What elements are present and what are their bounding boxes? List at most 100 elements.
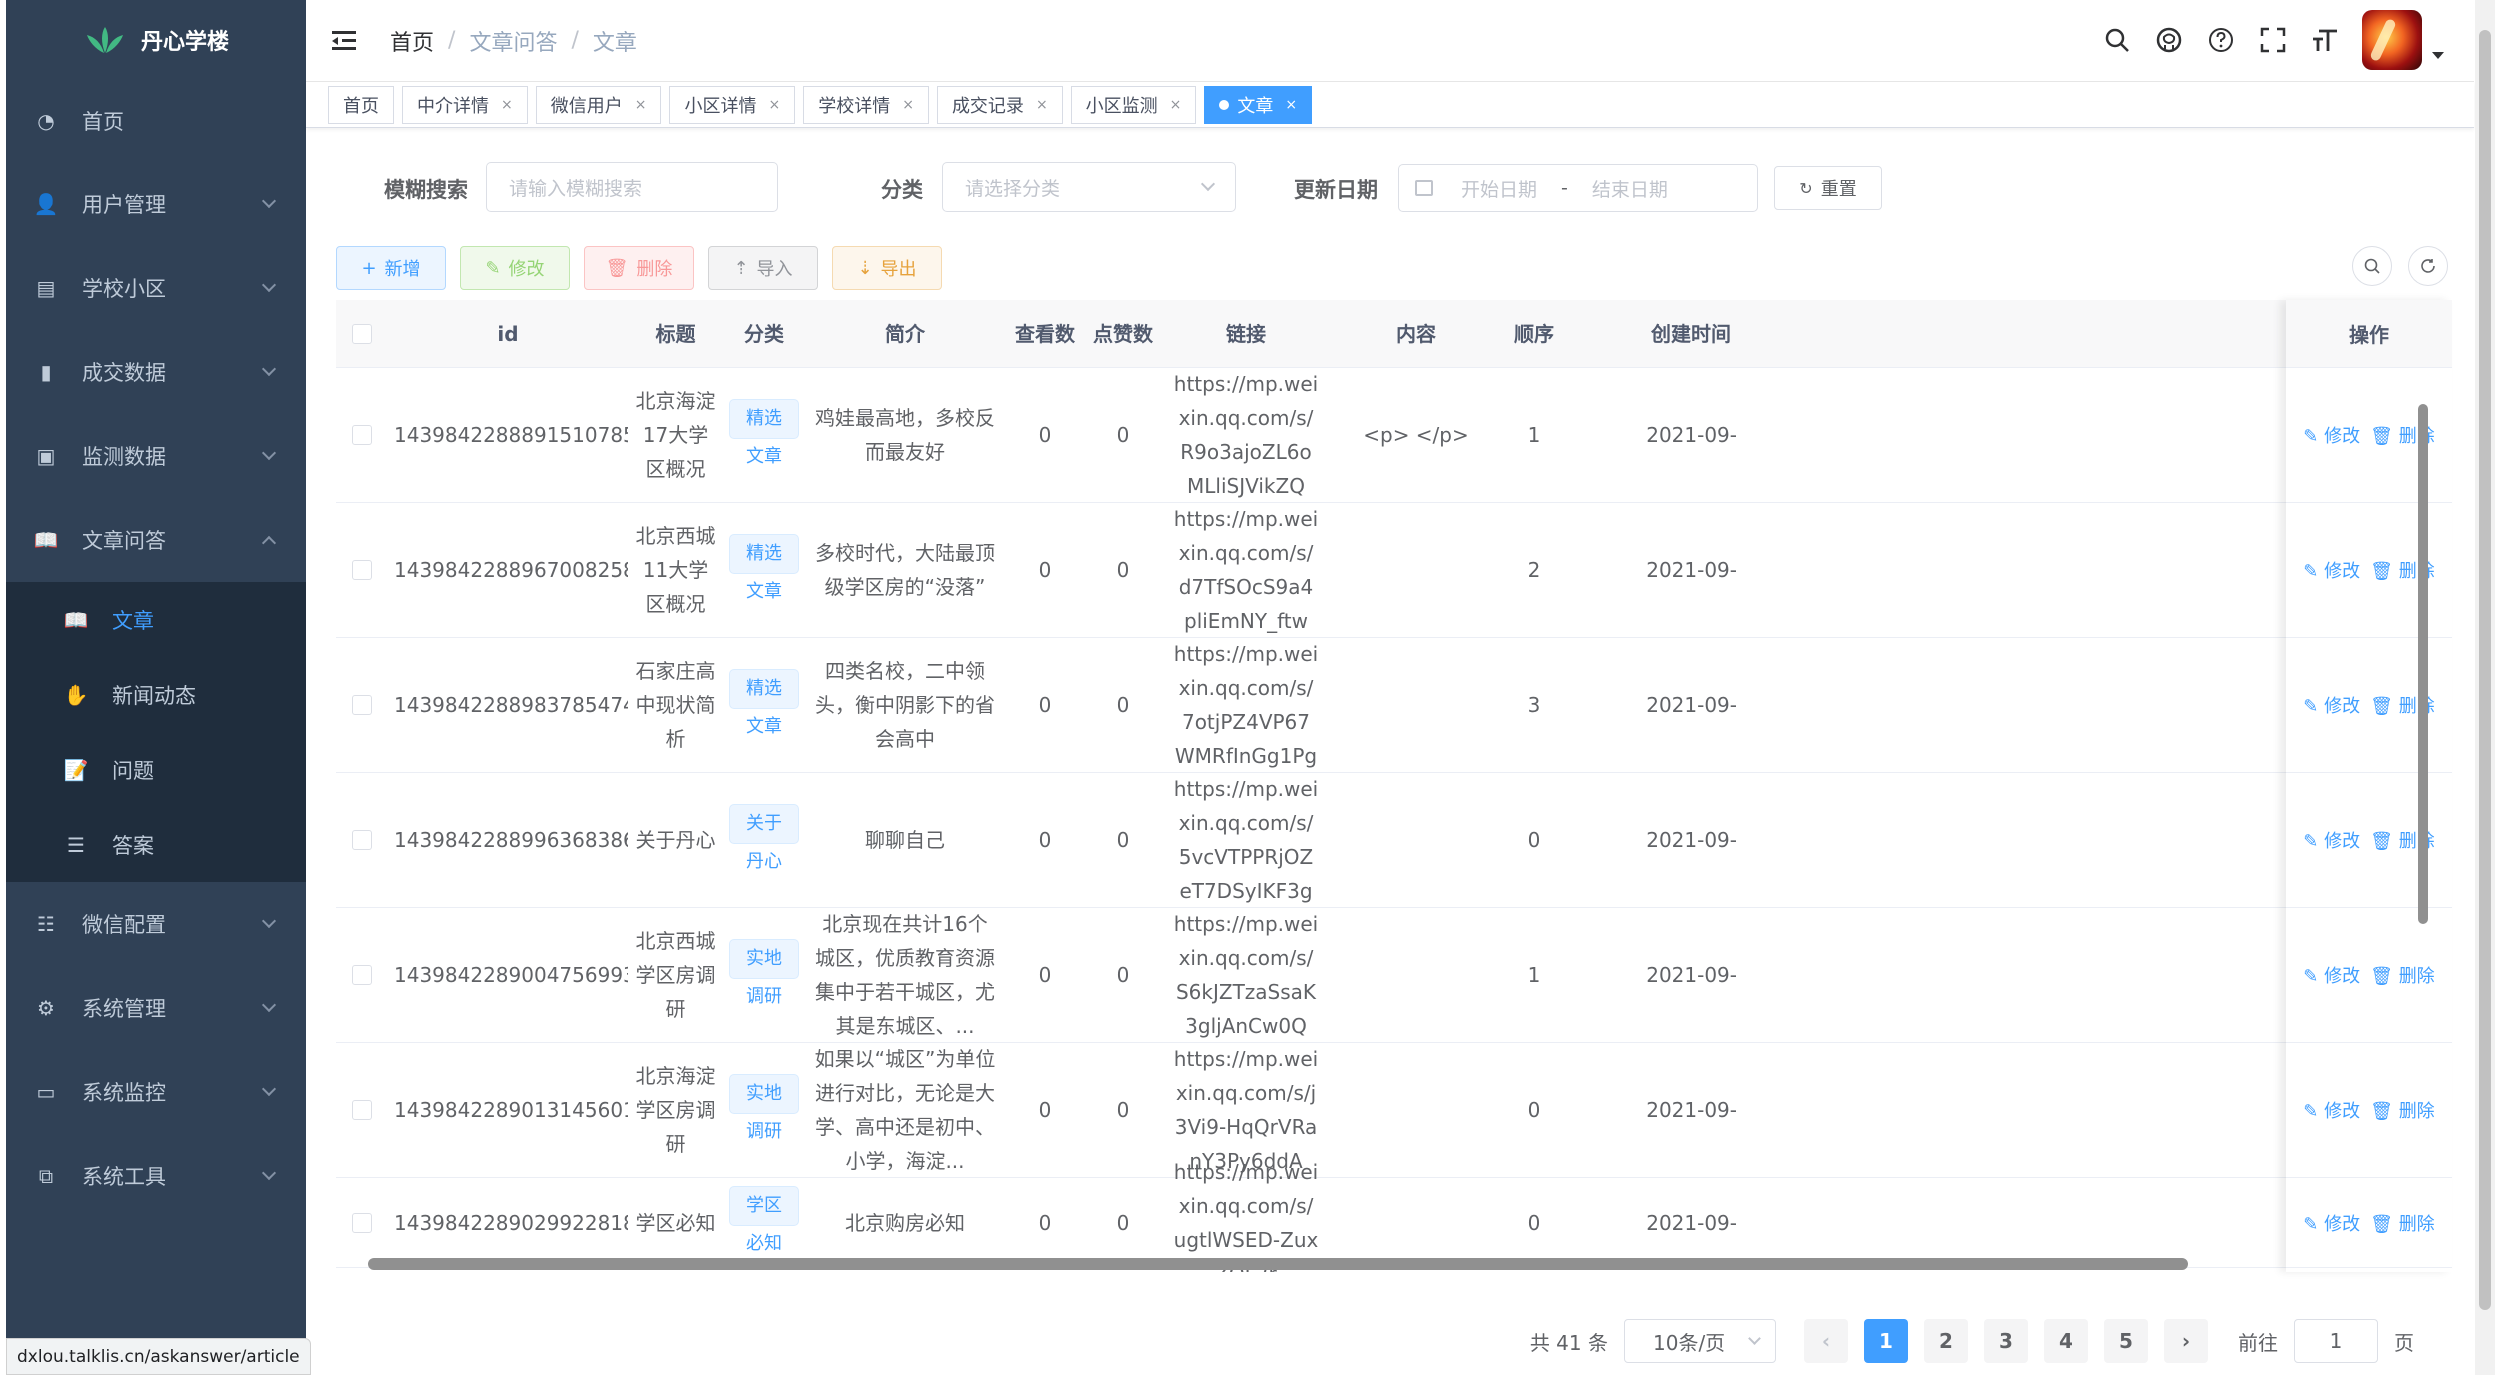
close-icon[interactable]: × — [1170, 97, 1182, 113]
cell-id: 1439842289029922818 — [394, 1210, 628, 1235]
sidebar-item-0[interactable]: ◔ 首页 — [6, 80, 306, 162]
fullscreen-icon[interactable] — [2258, 25, 2288, 55]
row-edit-button[interactable]: ✎ 修改 — [2303, 827, 2360, 853]
start-date[interactable]: 开始日期 — [1461, 175, 1537, 202]
cell-intro: 四类名校，二中领头，衡中阴影下的省会高中 — [815, 659, 995, 751]
cell-views: 0 — [1038, 693, 1052, 717]
tab-7[interactable]: 文章 × — [1204, 85, 1313, 124]
row-edit-button[interactable]: ✎ 修改 — [2303, 422, 2360, 448]
sidebar-item-5[interactable]: 📖 文章问答 — [6, 498, 306, 582]
breadcrumb-home[interactable]: 首页 — [390, 25, 434, 57]
row-checkbox[interactable] — [352, 830, 372, 850]
tab-0[interactable]: 首页 — [328, 85, 394, 124]
page-5[interactable]: 5 — [2104, 1319, 2148, 1363]
chevron-icon — [261, 1081, 277, 1097]
font-size-icon[interactable] — [2310, 25, 2340, 55]
reset-button[interactable]: ↻ 重置 — [1774, 166, 1882, 210]
add-button[interactable]: + 新增 — [336, 246, 446, 290]
fuzzy-label: 模糊搜索 — [384, 178, 468, 202]
close-icon[interactable]: × — [501, 97, 513, 113]
end-date[interactable]: 结束日期 — [1592, 175, 1668, 202]
page-2[interactable]: 2 — [1924, 1319, 1968, 1363]
tab-1[interactable]: 中介详情 × — [402, 85, 528, 124]
row-checkbox[interactable] — [352, 425, 372, 445]
chevron-down-icon[interactable] — [2432, 51, 2444, 59]
close-icon[interactable]: × — [1036, 97, 1048, 113]
goto-page-input[interactable]: 1 — [2294, 1319, 2378, 1363]
select-all-checkbox[interactable] — [352, 323, 372, 344]
cell-category: 学区必知 — [723, 1186, 805, 1259]
window-scrollbar-thumb[interactable] — [2479, 30, 2491, 1310]
tab-2[interactable]: 微信用户 × — [535, 85, 662, 124]
close-icon[interactable]: × — [902, 97, 914, 113]
avatar[interactable] — [2362, 10, 2422, 70]
tab-4[interactable]: 学校详情 × — [803, 85, 929, 124]
row-checkbox[interactable] — [352, 560, 372, 580]
cell-intro: 北京现在共计16个城区，优质教育资源集中于若干城区，尤其是东城区、... — [815, 912, 995, 1038]
submenu-item-1[interactable]: ✋ 新闻动态 — [6, 657, 306, 732]
row-edit-button[interactable]: ✎ 修改 — [2303, 1097, 2360, 1123]
refresh-icon[interactable] — [2408, 246, 2448, 286]
row-edit-button[interactable]: ✎ 修改 — [2303, 557, 2360, 583]
cell-order: 3 — [1527, 693, 1541, 717]
sidebar-item-7[interactable]: ⚙ 系统管理 — [6, 966, 306, 1050]
help-icon[interactable] — [2206, 25, 2236, 55]
row-edit-button[interactable]: ✎ 修改 — [2303, 692, 2360, 718]
tab-5[interactable]: 成交记录 × — [936, 85, 1063, 124]
window-scrollbar[interactable] — [2475, 0, 2495, 1375]
sidebar-item-3[interactable]: ▮ 成交数据 — [6, 330, 306, 414]
prev-page-button[interactable]: ‹ — [1804, 1319, 1848, 1363]
row-checkbox[interactable] — [352, 1100, 372, 1120]
submenu-item-2[interactable]: 📝 问题 — [6, 732, 306, 807]
row-edit-button[interactable]: ✎ 修改 — [2303, 962, 2360, 988]
close-icon[interactable]: × — [1285, 97, 1297, 113]
sidebar-item-2[interactable]: ▤ 学校小区 — [6, 246, 306, 330]
row-checkbox[interactable] — [352, 1212, 372, 1233]
date-range-picker[interactable]: 开始日期 - 结束日期 — [1398, 164, 1758, 212]
tab-3[interactable]: 小区详情 × — [669, 85, 796, 124]
import-button[interactable]: ⇡ 导入 — [708, 246, 818, 290]
sidebar-item-label: 首页 — [82, 110, 124, 134]
row-checkbox[interactable] — [352, 965, 372, 985]
close-icon[interactable]: × — [635, 97, 647, 113]
submenu-item-3[interactable]: ☰ 答案 — [6, 807, 306, 882]
page-1[interactable]: 1 — [1864, 1319, 1908, 1363]
sidebar-item-4[interactable]: ▣ 监测数据 — [6, 414, 306, 498]
trash-icon: 🗑 — [2370, 696, 2399, 717]
table-vertical-scrollbar[interactable] — [2418, 380, 2428, 1240]
page-size-select[interactable]: 10条/页 — [1624, 1319, 1776, 1363]
app-logo[interactable]: 丹心学楼 — [6, 0, 306, 80]
search-icon[interactable] — [2102, 25, 2132, 55]
submenu-item-0[interactable]: 📖 文章 — [6, 582, 306, 657]
nav-actions — [2102, 10, 2444, 70]
table-vertical-scrollbar-thumb[interactable] — [2418, 404, 2428, 924]
close-icon[interactable]: × — [768, 97, 780, 113]
user-icon: 👤 — [33, 192, 59, 216]
next-page-button[interactable]: › — [2164, 1319, 2208, 1363]
toggle-search-icon[interactable] — [2352, 246, 2392, 286]
pencil-icon: ✎ — [485, 257, 501, 279]
book-icon: 📖 — [63, 607, 89, 632]
tab-label: 小区监测 — [1085, 95, 1158, 117]
export-button[interactable]: ⇣ 导出 — [832, 246, 942, 290]
row-edit-button[interactable]: ✎ 修改 — [2303, 1210, 2360, 1236]
table-horizontal-scrollbar[interactable] — [338, 1254, 2438, 1270]
sidebar-item-6[interactable]: ☷ 微信配置 — [6, 882, 306, 966]
fuzzy-search-input[interactable]: 请输入模糊搜索 — [486, 162, 778, 212]
delete-button[interactable]: 🗑 删除 — [584, 246, 694, 290]
sidebar-item-8[interactable]: ▭ 系统监控 — [6, 1050, 306, 1134]
page-4[interactable]: 4 — [2044, 1319, 2088, 1363]
sidebar: 丹心学楼 ◔ 首页 👤 用户管理 ▤ 学校小区 ▮ 成交数据 ▣ 监测数据 📖 文章问答 📖 文章 ✋ 新闻动… — [6, 0, 306, 1375]
chevron-icon — [261, 535, 277, 551]
category-select[interactable]: 请选择分类 — [942, 162, 1236, 212]
hamburger-icon[interactable] — [332, 29, 360, 53]
row-checkbox[interactable] — [352, 695, 372, 715]
sidebar-item-1[interactable]: 👤 用户管理 — [6, 162, 306, 246]
trash-icon: 🗑 — [2370, 561, 2399, 582]
github-icon[interactable] — [2154, 25, 2184, 55]
tab-6[interactable]: 小区监测 × — [1070, 85, 1197, 124]
sidebar-item-9[interactable]: ⧉ 系统工具 — [6, 1134, 306, 1218]
page-3[interactable]: 3 — [1984, 1319, 2028, 1363]
table-horizontal-scrollbar-thumb[interactable] — [368, 1258, 2188, 1270]
edit-button[interactable]: ✎ 修改 — [460, 246, 570, 290]
